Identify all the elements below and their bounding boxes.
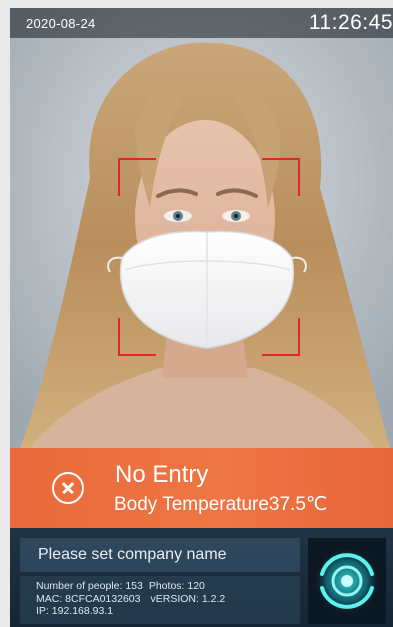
ip-row: IP: 192.168.93.1 (36, 605, 300, 618)
company-name[interactable]: Please set company name (20, 538, 300, 572)
photos-count: 120 (187, 580, 205, 592)
temperature-value: 37.5 (268, 494, 306, 515)
person-photo (10, 8, 393, 448)
status-time: 11:26:45 (308, 11, 393, 34)
face-frame-corner-top-left (118, 158, 156, 196)
counts-row: Number of people: 153 Photos: 120 (36, 580, 300, 593)
ip-label: IP: (36, 605, 52, 617)
body-temperature: Body Temperature37.5℃ (114, 493, 327, 516)
mac-version-row: MAC: 8CFCA0132603 vERSION: 1.2.2 (36, 593, 300, 606)
face-frame-corner-top-right (262, 158, 300, 196)
device-info-panel: Please set company name Number of people… (10, 528, 393, 627)
temperature-unit: ℃ (305, 494, 328, 515)
face-frame-corner-bottom-left (118, 318, 156, 356)
people-count: 153 (125, 580, 143, 592)
version-label: vERSION: (150, 592, 202, 605)
alert-title: No Entry (115, 461, 209, 488)
status-date: 2020-08-24 (26, 16, 96, 31)
temperature-label: Body Temperature (114, 494, 269, 515)
people-label: Number of people: (36, 580, 126, 592)
photos-label: Photos: (148, 580, 188, 592)
face-frame-corner-bottom-right (262, 318, 300, 356)
version-number: 1.2.2 (201, 592, 226, 605)
close-circle-icon (52, 472, 84, 504)
camera-feed: 2020-08-24 11:26:45 (10, 8, 393, 448)
mac-label: MAC: (36, 592, 66, 605)
scanner-badge (308, 538, 386, 624)
status-bar: 2020-08-24 11:26:45 (10, 8, 393, 38)
mac-address: 8CFCA0132603 (65, 592, 141, 605)
kiosk-screen: 2020-08-24 11:26:45 No Entry Body Temper… (10, 8, 393, 627)
device-stats: Number of people: 153 Photos: 120 MAC: 8C… (20, 576, 300, 624)
scanner-ring-icon (313, 547, 381, 615)
access-alert-banner: No Entry Body Temperature37.5℃ (10, 448, 393, 528)
ip-address: 192.168.93.1 (51, 605, 114, 617)
